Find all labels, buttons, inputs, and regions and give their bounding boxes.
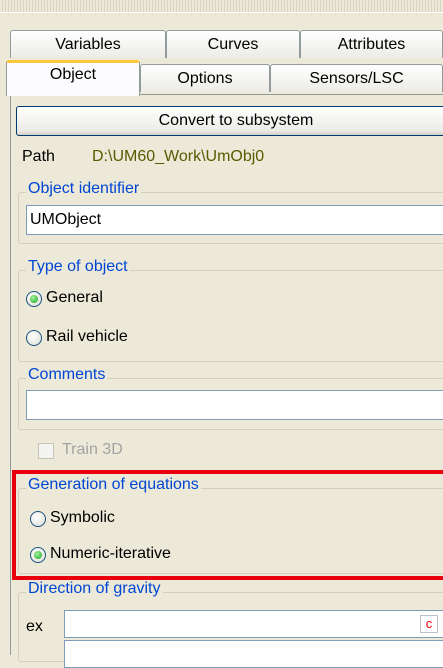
path-value: D:\UM60_Work\UmObj0 <box>92 148 265 165</box>
general-radio-label[interactable]: General <box>46 289 103 307</box>
general-radio[interactable] <box>26 291 42 307</box>
tab-options[interactable]: Options <box>140 64 270 92</box>
ex-input[interactable] <box>64 610 443 638</box>
rail-vehicle-radio[interactable] <box>26 330 42 346</box>
tab-variables[interactable]: Variables <box>10 30 166 58</box>
train3d-checkbox[interactable] <box>38 443 54 459</box>
tab-sensors-lsc[interactable]: Sensors/LSC <box>270 64 443 92</box>
train3d-label: Train 3D <box>62 441 123 458</box>
direction-of-gravity-title: Direction of gravity <box>26 580 163 598</box>
ex-c-button[interactable]: c <box>420 615 438 633</box>
path-label: Path <box>22 148 55 165</box>
tab-attributes[interactable]: Attributes <box>300 30 443 58</box>
object-identifier-input[interactable]: UMObject <box>26 205 443 235</box>
type-of-object-group <box>18 270 443 362</box>
tab-curves[interactable]: Curves <box>166 30 300 58</box>
top-divider <box>0 0 443 13</box>
tab-object[interactable]: Object <box>6 60 140 96</box>
ey-input[interactable] <box>64 640 443 668</box>
convert-to-subsystem-button[interactable]: Convert to subsystem <box>16 106 443 136</box>
object-identifier-title: Object identifier <box>26 180 142 198</box>
ex-label: ex <box>26 618 43 635</box>
type-of-object-title: Type of object <box>26 258 130 276</box>
highlight-box <box>12 470 443 580</box>
rail-vehicle-radio-label[interactable]: Rail vehicle <box>46 328 128 346</box>
comments-title: Comments <box>26 366 108 384</box>
comments-input[interactable] <box>26 390 443 420</box>
